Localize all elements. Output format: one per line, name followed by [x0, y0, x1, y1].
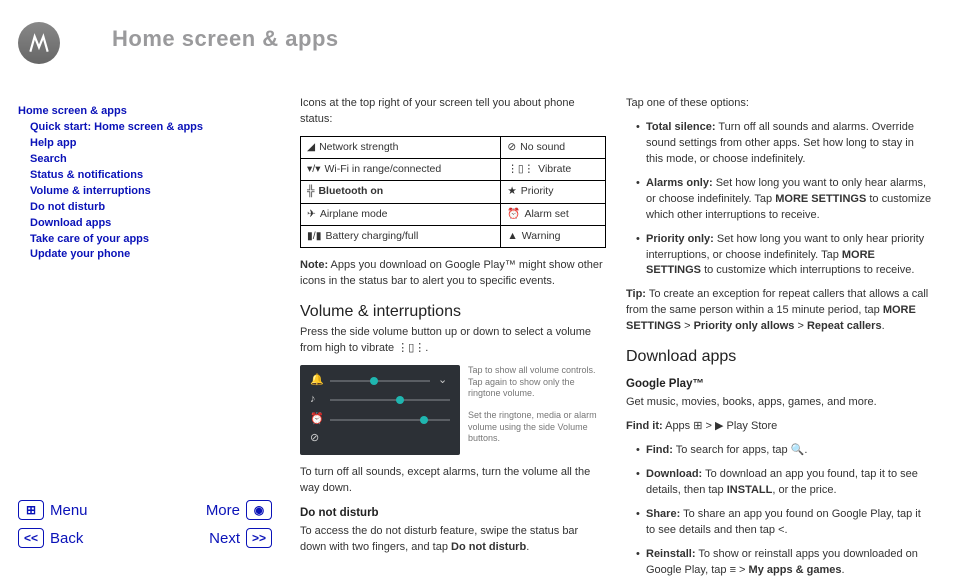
volume-panel: 🔔 ⌄ ♪ ⏰ ⊘: [300, 365, 460, 455]
toc-root[interactable]: Home screen & apps: [18, 104, 272, 120]
vol-note-2: Set the ringtone, media or alarm volume …: [468, 410, 606, 445]
bullet-find: Find: To search for apps, tap 🔍.: [636, 443, 932, 459]
back-button[interactable]: << Back: [18, 528, 83, 548]
back-icon: <<: [18, 528, 44, 548]
motorola-logo: [18, 22, 60, 64]
search-icon: 🔍: [791, 444, 805, 456]
signal-icon: ◢: [307, 140, 315, 155]
heading-google-play: Google Play™: [626, 376, 932, 393]
toc-item[interactable]: Quick start: Home screen & apps: [30, 120, 272, 136]
toc-item[interactable]: Take care of your apps: [30, 232, 272, 248]
bluetooth-label: Bluetooth on: [318, 184, 383, 199]
volume-p1: Press the side volume button up or down …: [300, 325, 606, 357]
vol-note-1: Tap to show all volume controls. Tap aga…: [468, 365, 606, 400]
wifi-icon: ▾/▾: [307, 162, 320, 177]
toc-item[interactable]: Do not disturb: [30, 200, 272, 216]
column-1: Icons at the top right of your screen te…: [300, 96, 606, 554]
share-icon: <: [778, 524, 784, 536]
table-of-contents: Home screen & apps Quick start: Home scr…: [18, 104, 272, 263]
bullet-share: Share: To share an app you found on Goog…: [636, 507, 932, 539]
volume-p2: To turn off all sounds, except alarms, t…: [300, 465, 606, 497]
no-sound-icon: ⊘: [507, 140, 516, 155]
tip: Tip: To create an exception for repeat c…: [626, 287, 932, 335]
option-total-silence: Total silence: Turn off all sounds and a…: [636, 120, 932, 168]
warning-icon: ▲: [507, 229, 517, 244]
option-priority-only: Priority only: Set how long you want to …: [636, 232, 932, 280]
bullet-download: Download: To download an app you found, …: [636, 467, 932, 499]
more-button[interactable]: More ◉: [206, 500, 272, 520]
bell-icon: 🔔: [310, 373, 322, 389]
menu-button[interactable]: ⊞ Menu: [18, 500, 88, 520]
more-label: More: [206, 502, 240, 519]
column-2: Tap one of these options: Total silence:…: [626, 96, 932, 554]
tap-intro: Tap one of these options:: [626, 96, 932, 112]
toc-item[interactable]: Update your phone: [30, 247, 272, 263]
menu-label: Menu: [50, 502, 88, 519]
page-title: Home screen & apps: [112, 26, 339, 52]
next-icon: >>: [246, 528, 272, 548]
intro-text: Icons at the top right of your screen te…: [300, 96, 606, 128]
bullet-reinstall: Reinstall: To show or reinstall apps you…: [636, 547, 932, 578]
find-it: Find it: Apps ⊞ > ▶ Play Store: [626, 419, 932, 435]
chevron-down-icon: ⌄: [438, 373, 450, 389]
dnd-p: To access the do not disturb feature, sw…: [300, 524, 606, 556]
gplay-p: Get music, movies, books, apps, games, a…: [626, 395, 932, 411]
heading-dnd: Do not disturb: [300, 505, 606, 522]
next-button[interactable]: Next >>: [209, 528, 272, 548]
note: Note: Apps you download on Google Play™ …: [300, 258, 606, 290]
toc-item[interactable]: Download apps: [30, 216, 272, 232]
vibrate-inline-icon: ⋮▯⋮: [397, 342, 425, 354]
alarm-icon: ⏰: [507, 207, 520, 222]
back-label: Back: [50, 530, 83, 547]
heading-volume: Volume & interruptions: [300, 300, 606, 323]
star-icon: ★: [507, 184, 516, 199]
toc-item[interactable]: Status & notifications: [30, 168, 272, 184]
airplane-icon: ✈: [307, 207, 316, 222]
battery-icon: ▮/▮: [307, 229, 321, 244]
alarm-small-icon: ⏰: [310, 412, 322, 428]
vibrate-icon: ⋮▯⋮: [507, 162, 534, 177]
next-label: Next: [209, 530, 240, 547]
music-icon: ♪: [310, 392, 322, 408]
status-icons-table: ◢ Network strength ⊘ No sound ▾/▾ Wi-Fi …: [300, 136, 606, 248]
toc-item[interactable]: Search: [30, 152, 272, 168]
menu-icon: ⊞: [18, 500, 44, 520]
option-alarms-only: Alarms only: Set how long you want to on…: [636, 176, 932, 224]
none-icon: ⊘: [310, 431, 322, 447]
heading-download-apps: Download apps: [626, 345, 932, 368]
toc-item[interactable]: Volume & interruptions: [30, 184, 272, 200]
toc-item[interactable]: Help app: [30, 136, 272, 152]
more-icon: ◉: [246, 500, 272, 520]
